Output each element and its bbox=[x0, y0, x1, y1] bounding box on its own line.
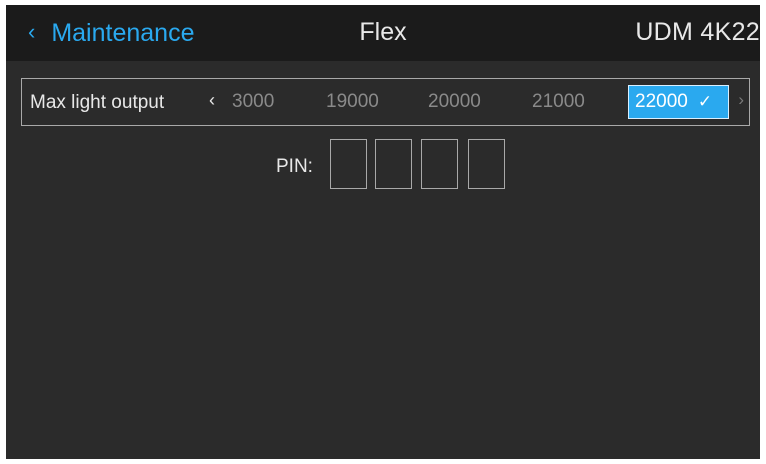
option-item-selected[interactable]: 22000 ✓ bbox=[628, 85, 729, 119]
chevron-right-icon[interactable]: › bbox=[738, 90, 744, 110]
max-light-output-row[interactable]: Max light output ‹ 3000 19000 20000 2100… bbox=[21, 78, 750, 126]
option-item[interactable]: 19000 bbox=[326, 91, 379, 113]
device-name: UDM 4K22 bbox=[635, 18, 760, 46]
option-carousel[interactable]: 3000 19000 20000 21000 22000 ✓ bbox=[232, 85, 729, 119]
setting-label: Max light output bbox=[30, 92, 165, 113]
option-item[interactable]: 20000 bbox=[428, 91, 481, 113]
pin-digit-field[interactable] bbox=[468, 139, 505, 189]
pin-digit-field[interactable] bbox=[421, 139, 458, 189]
pin-digit-field[interactable] bbox=[330, 139, 367, 189]
selected-value: 22000 bbox=[635, 91, 688, 112]
option-item[interactable]: 21000 bbox=[532, 91, 585, 113]
projector-screen: ‹ Maintenance Flex UDM 4K22 Max light ou… bbox=[6, 5, 760, 459]
pin-label: PIN: bbox=[276, 156, 313, 177]
option-item[interactable]: 3000 bbox=[232, 91, 274, 113]
checkmark-icon: ✓ bbox=[697, 92, 713, 111]
pin-digit-field[interactable] bbox=[375, 139, 412, 189]
chevron-left-icon[interactable]: ‹ bbox=[209, 90, 215, 111]
header-bar: ‹ Maintenance Flex UDM 4K22 bbox=[6, 5, 760, 61]
